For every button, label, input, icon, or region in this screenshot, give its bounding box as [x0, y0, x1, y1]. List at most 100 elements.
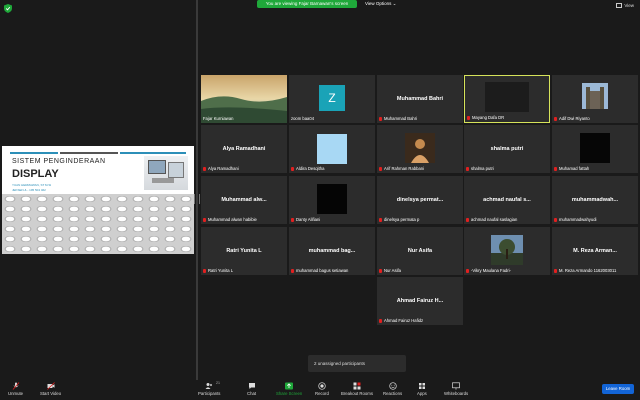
muted-mic-icon	[203, 268, 206, 273]
apps-button[interactable]: Apps	[417, 382, 427, 396]
castle-photo	[582, 83, 608, 109]
reactions-button[interactable]: Reactions	[383, 382, 402, 396]
muted-mic-icon	[379, 268, 382, 273]
participant-tile[interactable]: Muhammad Bahri Muhammad Bahri	[377, 75, 463, 123]
muted-mic-icon	[466, 268, 469, 273]
view-options-button[interactable]: View Options ⌄	[365, 0, 396, 8]
leave-room-button[interactable]: Leave Room	[602, 384, 634, 394]
participant-label: Muhamad fattah	[554, 166, 589, 171]
participant-name: dinelsya permat...	[396, 197, 444, 203]
participant-label: muhammadwahyudi	[554, 217, 596, 222]
avatar-photo	[405, 133, 435, 163]
participant-name: muhammad bag...	[308, 248, 356, 254]
record-button[interactable]: Record	[315, 382, 329, 396]
participant-tile[interactable]: Aldira Desqitha	[289, 125, 375, 173]
chat-bubble-icon	[248, 383, 255, 389]
participant-label: Arif Rahman Rabbani	[379, 166, 424, 171]
avatar	[317, 134, 347, 164]
participant-name: Ahmad Fairuz H...	[396, 298, 444, 304]
participant-tile[interactable]: muhammad bag... muhammad bagus setiawan	[289, 227, 375, 275]
participant-label: achmad naufal saslagian	[466, 217, 517, 222]
participant-name: M. Reza Arman...	[573, 248, 617, 254]
record-label: Record	[315, 391, 329, 396]
whiteboards-label: Whiteboards	[444, 391, 469, 396]
participant-tile[interactable]: shalma putri shalma putri	[464, 125, 550, 173]
participant-label: Ratri Yunita L	[203, 268, 233, 273]
breakout-rooms-button[interactable]: Breakout Rooms	[341, 382, 373, 396]
participant-tile[interactable]: Alya Ramadhani Alya Ramadhani	[201, 125, 287, 173]
slide-accent-bar	[120, 152, 186, 154]
slide-title-line1: SISTEM PENGINDERAAN	[12, 158, 106, 165]
participant-name: Nur Asifa	[407, 248, 433, 254]
slide-accent-bar	[60, 152, 118, 154]
video-camera-off-icon	[46, 382, 55, 390]
participant-tile[interactable]: Arif Rahman Rabbani	[377, 125, 463, 173]
participant-tile[interactable]: Ahmad Fairuz H... Ahmad Fairuz Hafidz	[377, 277, 463, 325]
participant-tile[interactable]: Muhammad alw... Muhammad alwan habibie	[201, 176, 287, 224]
muted-mic-icon	[379, 217, 382, 222]
participant-name: Muhammad alw...	[221, 197, 267, 203]
participant-label: Fajar Kurniawan	[203, 116, 234, 121]
participant-tile[interactable]: -Vikry Maulana Fadri-	[464, 227, 550, 275]
muted-mic-icon	[379, 116, 382, 121]
start-video-button[interactable]: Start Video	[40, 382, 61, 396]
muted-mic-icon	[466, 166, 469, 171]
security-shield-icon[interactable]	[4, 4, 12, 13]
participant-tile[interactable]: M. Reza Arman... M. Reza Armando 1162003…	[552, 227, 638, 275]
view-button-label: View	[624, 3, 634, 8]
participant-label: Alya Ramadhani	[203, 166, 239, 171]
participant-label: zoom baa04	[291, 116, 315, 121]
grid-view-icon	[616, 3, 623, 8]
participant-label: Ahmad Fairuz Hafidz	[379, 318, 423, 323]
participant-tile[interactable]: Z zoom baa04	[289, 75, 375, 123]
muted-microphone-icon	[12, 382, 19, 390]
participant-tile[interactable]: achmad naufal s... achmad naufal saslagi…	[464, 176, 550, 224]
meeting-toolbar: Unmute Start Video Participants 21 Chat …	[0, 380, 640, 400]
muted-mic-icon	[467, 115, 470, 120]
muted-mic-icon	[554, 116, 557, 121]
viewing-screen-banner: You are viewing Fajar Barnawan's screen	[257, 0, 357, 8]
view-button[interactable]: View	[616, 3, 634, 8]
participant-label: Nur Asifa	[379, 268, 401, 273]
participant-tile[interactable]: Danty Alifiani	[289, 176, 375, 224]
slide-computer-image	[144, 156, 188, 190]
participants-count: 21	[216, 381, 220, 385]
chat-button[interactable]: Chat	[247, 382, 256, 396]
muted-mic-icon	[379, 318, 382, 323]
share-screen-button[interactable]: Share Screen	[276, 382, 302, 396]
viewing-screen-text: You are viewing Fajar Barnawan's screen	[265, 1, 349, 6]
muted-mic-icon	[203, 217, 206, 222]
slide-pattern-image	[2, 194, 194, 254]
participant-tile[interactable]: dinelsya permat... dinelsya permata p	[377, 176, 463, 224]
whiteboards-button[interactable]: Whiteboards	[444, 382, 468, 396]
breakout-rooms-icon	[353, 382, 361, 390]
participant-tile[interactable]: Ratri Yunita L Ratri Yunita L	[201, 227, 287, 275]
muted-mic-icon	[554, 217, 557, 222]
video-feed	[485, 82, 529, 112]
participant-tile[interactable]: Nur Asifa Nur Asifa	[377, 227, 463, 275]
unassigned-participants-notice[interactable]: 2 unassigned participants	[308, 355, 406, 372]
tree-photo	[491, 235, 523, 265]
video-feed	[317, 184, 347, 214]
split-divider[interactable]	[196, 0, 198, 380]
participant-tile[interactable]: Fajar Kurniawan	[201, 75, 287, 123]
breakout-rooms-label: Breakout Rooms	[341, 391, 374, 396]
divider-drag-handle[interactable]	[194, 194, 200, 204]
muted-mic-icon	[554, 166, 557, 171]
participant-label: -Vikry Maulana Fadri-	[466, 268, 511, 273]
participant-label: Adif Dwi Riyanto	[554, 116, 590, 121]
share-screen-label: Share Screen	[276, 391, 303, 396]
unmute-button[interactable]: Unmute	[8, 382, 23, 396]
shared-screen: SISTEM PENGINDERAAN DISPLAY YUAN HERMAWA…	[2, 146, 194, 254]
record-icon	[318, 382, 326, 390]
participant-tile[interactable]: muhammadwah... muhammadwahyudi	[552, 176, 638, 224]
participant-tile-active-speaker[interactable]: Mayang Dafa DR	[464, 75, 550, 123]
participant-label: muhammad bagus setiawan	[291, 268, 348, 273]
participant-tile[interactable]: Muhamad fattah	[552, 125, 638, 173]
participant-name: Alya Ramadhani	[222, 146, 266, 152]
participant-label: Aldira Desqitha	[291, 166, 324, 171]
participant-tile[interactable]: Adif Dwi Riyanto	[552, 75, 638, 123]
participants-label: Participants	[198, 391, 221, 396]
participant-label: shalma putri	[466, 166, 494, 171]
participant-name: Ratri Yunita L	[226, 248, 262, 254]
